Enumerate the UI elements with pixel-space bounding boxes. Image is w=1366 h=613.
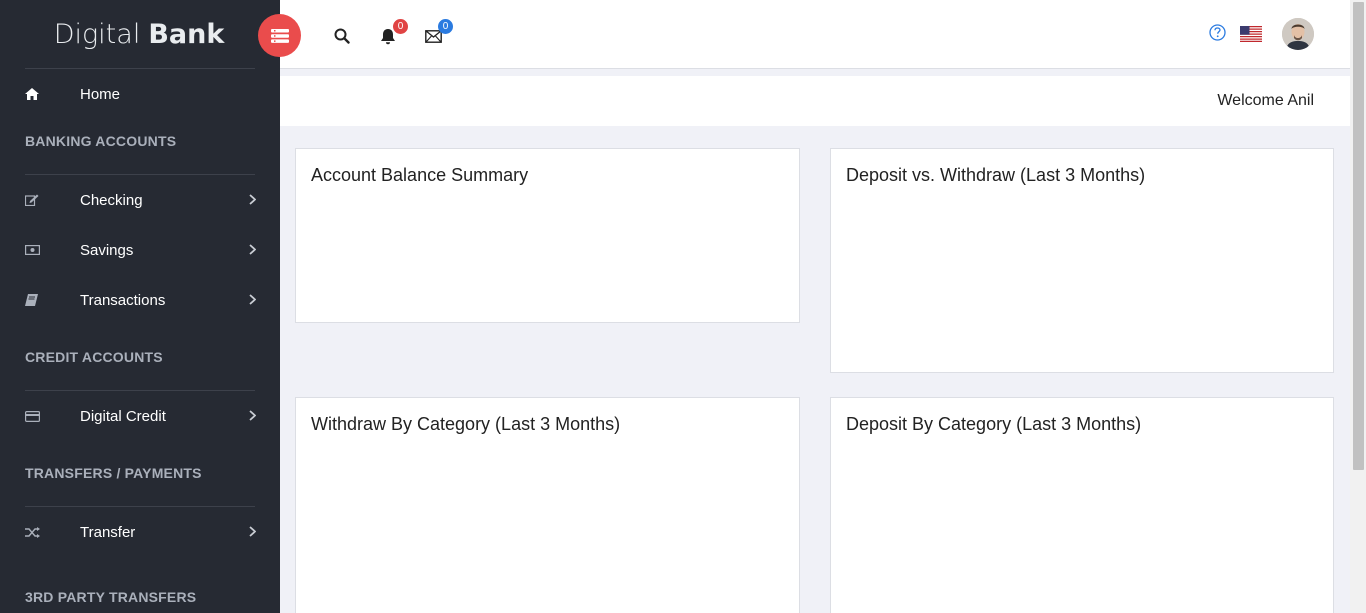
menu-toggle-button[interactable] (258, 14, 301, 57)
brand-logo[interactable]: Digital Bank (0, 0, 280, 68)
welcome-bar: Welcome Anil (280, 76, 1350, 126)
card-title: Withdraw By Category (Last 3 Months) (311, 414, 621, 434)
section-title-third-party: 3RD PARTY TRANSFERS (25, 589, 197, 605)
search-icon (334, 28, 350, 44)
sidebar-item-home[interactable]: Home (0, 69, 280, 119)
sidebar-item-label: Home (80, 85, 121, 103)
chevron-right-icon (249, 192, 257, 209)
scrollbar-thumb[interactable] (1353, 2, 1364, 470)
sidebar-item-label: Transactions (80, 291, 166, 309)
search-button[interactable] (330, 24, 354, 48)
top-navbar: 0 0 (258, 0, 1350, 69)
avatar-image (1282, 18, 1314, 50)
us-flag-icon (1240, 26, 1262, 42)
vertical-scrollbar[interactable] (1350, 0, 1366, 613)
help-icon (1208, 23, 1226, 41)
chevron-right-icon (249, 292, 257, 309)
card-title: Deposit By Category (Last 3 Months) (846, 414, 1142, 434)
card-title: Account Balance Summary (311, 165, 529, 185)
chevron-right-icon (249, 408, 257, 425)
notifications-count-badge: 0 (393, 19, 408, 34)
section-title-transfers: TRANSFERS / PAYMENTS (25, 465, 202, 481)
account-balance-summary-card: Account Balance Summary (295, 148, 800, 323)
chevron-right-icon (249, 242, 257, 259)
messages-count-badge: 0 (438, 19, 453, 34)
credit-card-icon (25, 410, 80, 422)
shuffle-icon (25, 526, 80, 538)
deposit-by-category-card: Deposit By Category (Last 3 Months) (830, 397, 1334, 613)
brand-name-bold: Bank (148, 18, 225, 50)
sidebar-item-label: Digital Credit (80, 407, 166, 425)
language-selector[interactable] (1239, 22, 1263, 46)
help-button[interactable] (1205, 20, 1229, 44)
notifications-button[interactable]: 0 (376, 19, 408, 48)
sidebar: Digital Bank Home BANKING ACCOUNTS Checki… (0, 0, 280, 613)
sidebar-item-savings[interactable]: Savings (0, 225, 280, 275)
withdraw-by-category-card: Withdraw By Category (Last 3 Months) (295, 397, 800, 613)
home-icon (25, 88, 80, 100)
sidebar-item-transfer[interactable]: Transfer (0, 507, 280, 557)
money-icon (25, 245, 80, 255)
messages-button[interactable]: 0 (421, 19, 453, 48)
section-title-banking: BANKING ACCOUNTS (25, 133, 177, 149)
sidebar-item-checking[interactable]: Checking (0, 175, 280, 225)
sidebar-item-transactions[interactable]: Transactions (0, 275, 280, 325)
deposit-vs-withdraw-card: Deposit vs. Withdraw (Last 3 Months) (830, 148, 1334, 373)
sidebar-item-label: Savings (80, 241, 134, 259)
card-title: Deposit vs. Withdraw (Last 3 Months) (846, 165, 1146, 185)
chevron-right-icon (249, 524, 257, 541)
menu-icon (270, 28, 289, 43)
user-avatar[interactable] (1282, 18, 1314, 50)
sidebar-item-label: Transfer (80, 523, 136, 541)
welcome-message: Welcome Anil (1217, 92, 1314, 109)
sidebar-item-digital-credit[interactable]: Digital Credit (0, 391, 280, 441)
section-title-credit: CREDIT ACCOUNTS (25, 349, 163, 365)
brand-name-light: Digital (53, 18, 141, 50)
edit-icon (25, 194, 80, 206)
sidebar-item-label: Checking (80, 191, 143, 209)
book-icon (25, 294, 80, 306)
